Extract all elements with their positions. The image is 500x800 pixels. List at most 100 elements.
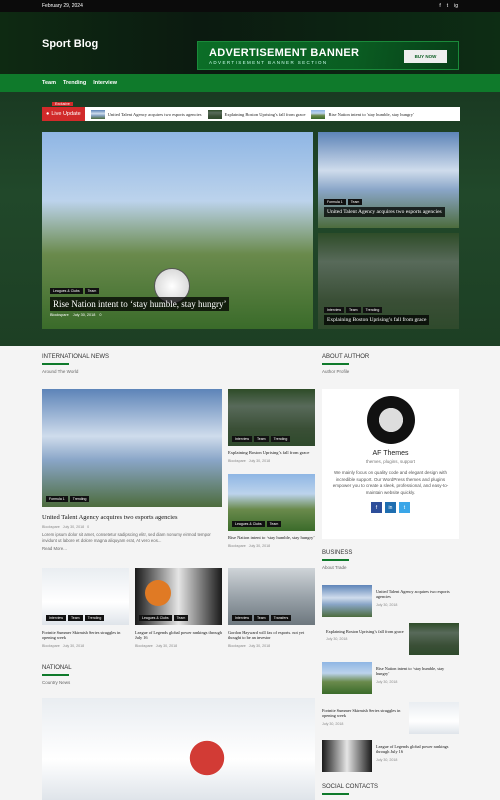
post-meta: Blockspare July 30, 2018 <box>228 644 315 648</box>
badge[interactable]: Trending <box>362 307 383 313</box>
about-author-section: ABOUT AUTHOR Author Profile <box>322 354 459 374</box>
hero-main-card[interactable]: Leagues & Clubs Team Rise Nation intent … <box>42 132 313 329</box>
facebook-icon[interactable]: f <box>439 3 440 9</box>
advertisement-banner[interactable]: ADVERTISEMENT BANNER ADVERTISEMENT BANNE… <box>197 41 459 70</box>
buy-now-button[interactable]: BUY NOW <box>404 50 447 63</box>
business-item[interactable]: Fortnite Summer Skirmish Series struggle… <box>322 702 459 736</box>
nav-item-trending[interactable]: Trending <box>63 80 86 86</box>
business-item[interactable]: Explaining Boston Uprising’s fall from g… <box>322 623 459 657</box>
divider <box>42 674 69 676</box>
section-subtitle: Author Profile <box>322 369 350 374</box>
badge[interactable]: Transfers <box>270 615 292 621</box>
badge[interactable]: Team <box>346 307 361 313</box>
author[interactable]: Blockspare <box>50 313 69 317</box>
instagram-icon[interactable]: ig <box>454 3 458 9</box>
site-header: Sport Blog ADVERTISEMENT BANNER ADVERTIS… <box>0 12 500 74</box>
business-item[interactable]: League of Legends global power rankings … <box>322 740 459 774</box>
date: July 30, 2018 <box>62 643 85 648</box>
post-title[interactable]: League of Legends global power rankings … <box>376 744 456 755</box>
divider <box>322 363 349 365</box>
intl-right-image-2[interactable]: Leagues & Clubs Team <box>228 474 315 531</box>
ticker-item[interactable]: United Talent Agency acquires two esport… <box>90 109 202 119</box>
comment-count[interactable]: 0 <box>87 525 89 529</box>
badge[interactable]: Trending <box>69 496 90 502</box>
post-title[interactable]: United Talent Agency acquires two esport… <box>376 589 456 600</box>
author[interactable]: Blockspare <box>228 459 246 463</box>
badge[interactable]: Leagues & Clubs <box>139 615 172 621</box>
read-more-link[interactable]: Read More... <box>42 546 222 551</box>
author[interactable]: Blockspare <box>42 644 60 648</box>
live-dot-icon: ● <box>46 111 50 117</box>
post-title[interactable]: Rise Nation intent to ‘stay humble, stay… <box>228 535 315 541</box>
badge[interactable]: Leagues & Clubs <box>50 288 83 294</box>
badge[interactable]: Team <box>84 288 100 294</box>
badges: Formula 1 Team <box>324 199 445 205</box>
date: July 30, 2018 <box>248 643 271 648</box>
facebook-icon[interactable]: f <box>371 502 382 514</box>
date: July 30, 2018 <box>326 637 348 642</box>
badge[interactable]: Formula 1 <box>46 496 68 502</box>
badge[interactable]: Team <box>266 521 282 527</box>
exclusive-tag: Exclusive <box>52 102 73 106</box>
badge[interactable]: Formula 1 <box>324 199 346 205</box>
nav-item-team[interactable]: Team <box>42 80 56 86</box>
badge[interactable]: Interview <box>232 615 253 621</box>
post-title[interactable]: Fortnite Summer Skirmish Series struggle… <box>322 708 408 719</box>
author[interactable]: Blockspare <box>228 544 246 548</box>
thumbnail <box>322 740 372 772</box>
badges: Interview Team Trending <box>232 436 291 442</box>
post-title[interactable]: Fortnite Summer Skirmish Series struggle… <box>42 630 129 641</box>
badge[interactable]: Team <box>347 199 363 205</box>
thumbnail <box>311 109 326 119</box>
site-logo[interactable]: Sport Blog <box>42 38 98 50</box>
author[interactable]: Blockspare <box>42 525 60 529</box>
ticker-item[interactable]: Explaining Boston Uprising's fall from g… <box>207 109 305 119</box>
national-section: NATIONAL Country News <box>42 665 317 685</box>
badge[interactable]: Interview <box>324 307 345 313</box>
author[interactable]: Blockspare <box>228 644 246 648</box>
post-title[interactable]: Rise Nation intent to ‘stay humble, stay… <box>376 666 456 677</box>
comment-count[interactable]: 0 <box>99 313 101 317</box>
divider <box>322 793 349 795</box>
intl-right-image-1[interactable]: Interview Team Trending <box>228 389 315 446</box>
badges: Formula 1 Trending <box>46 496 90 502</box>
hero-side-card-2[interactable]: Interview Team Trending Explaining Bosto… <box>318 233 459 329</box>
post-meta: Blockspare July 30, 2018 <box>135 644 222 648</box>
thumbnail <box>322 585 372 617</box>
date: July 30, 2018 <box>376 679 398 684</box>
hero-side-title[interactable]: United Talent Agency acquires two esport… <box>324 207 445 217</box>
live-update-label: Exclusive ● Live Update <box>42 102 85 121</box>
row-image-2[interactable]: Leagues & Clubs Team <box>135 568 222 625</box>
post-title[interactable]: Explaining Boston Uprising’s fall from g… <box>228 450 315 456</box>
hero-side-title[interactable]: Explaining Boston Uprising’s fall from g… <box>324 315 430 325</box>
linkedin-icon[interactable]: in <box>385 502 396 514</box>
row-image-1[interactable]: Interview Team Trending <box>42 568 129 625</box>
post-title[interactable]: League of Legends global power rankings … <box>135 630 222 641</box>
international-news-section: INTERNATIONAL NEWS Around The World <box>42 354 317 374</box>
badge[interactable]: Team <box>173 615 189 621</box>
hero-main-title[interactable]: Rise Nation intent to ‘stay humble, stay… <box>50 297 230 311</box>
intl-main-image[interactable]: Formula 1 Trending <box>42 389 222 507</box>
row-image-3[interactable]: Interview Team Transfers <box>228 568 315 625</box>
thumbnail <box>409 702 459 734</box>
national-main-image[interactable] <box>42 698 315 800</box>
post-title[interactable]: Gordon Hayward will fax of esports. not … <box>228 630 315 641</box>
badge[interactable]: Interview <box>232 436 253 442</box>
twitter-icon[interactable]: t <box>399 502 410 514</box>
nav-item-interview[interactable]: Interview <box>93 80 117 86</box>
post-title[interactable]: United Talent Agency acquires two esport… <box>42 514 222 522</box>
badge[interactable]: Team <box>254 436 269 442</box>
badge[interactable]: Trending <box>270 436 291 442</box>
badge[interactable]: Team <box>254 615 269 621</box>
author[interactable]: Blockspare <box>135 644 153 648</box>
twitter-icon[interactable]: t <box>447 3 448 9</box>
badge[interactable]: Team <box>68 615 83 621</box>
hero-side-card-1[interactable]: Formula 1 Team United Talent Agency acqu… <box>318 132 459 228</box>
post-title[interactable]: Explaining Boston Uprising’s fall from g… <box>326 629 408 634</box>
business-item[interactable]: United Talent Agency acquires two esport… <box>322 585 459 619</box>
badge[interactable]: Leagues & Clubs <box>232 521 265 527</box>
badge[interactable]: Trending <box>84 615 105 621</box>
ticker-item[interactable]: Rise Nation intent to 'stay humble, stay… <box>311 109 414 119</box>
badge[interactable]: Interview <box>46 615 67 621</box>
business-item[interactable]: Rise Nation intent to ‘stay humble, stay… <box>322 662 459 696</box>
